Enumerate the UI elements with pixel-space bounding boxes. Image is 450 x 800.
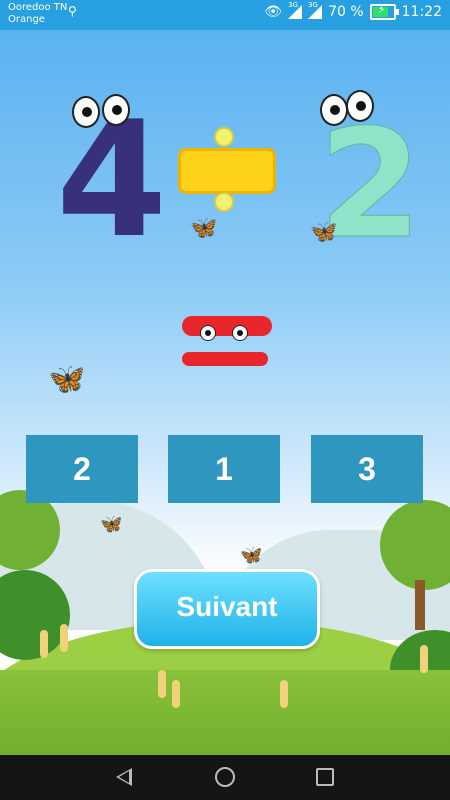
butterfly-icon: 🦋	[240, 545, 263, 566]
flower-icon	[172, 680, 180, 708]
flower-icon	[60, 624, 68, 652]
butterfly-icon: 🦋	[190, 216, 218, 241]
tree-trunk	[415, 580, 425, 630]
navigation-bar	[0, 755, 450, 800]
carrier-name-1: Ooredoo TN	[8, 2, 68, 13]
answer-option-2[interactable]: 1	[168, 435, 280, 503]
flower-icon	[158, 670, 166, 698]
flower-icon	[280, 680, 288, 708]
butterfly-icon: 🦋	[100, 514, 123, 535]
eye-icon	[102, 94, 130, 126]
flower-icon	[420, 645, 428, 673]
divide-dot-top	[214, 127, 234, 147]
divide-sign-icon	[178, 148, 276, 194]
next-button[interactable]: Suivant	[134, 569, 320, 649]
carrier-name-2: Orange	[8, 14, 45, 25]
battery-percent: 70 %	[328, 4, 364, 20]
usb-icon: ⚲	[68, 4, 77, 18]
signal-3g-label-2: 3G	[308, 1, 318, 9]
grass-foreground	[0, 670, 450, 755]
eye-icon	[200, 325, 216, 341]
flower-icon	[40, 630, 48, 658]
answer-option-1[interactable]: 2	[26, 435, 138, 503]
signal-icon: 3G	[308, 1, 323, 19]
eye-icon	[232, 325, 248, 341]
eye-icon	[320, 94, 348, 126]
eye-icon: 👁	[264, 4, 283, 20]
recent-apps-icon[interactable]	[316, 768, 334, 786]
answer-option-3[interactable]: 3	[311, 435, 423, 503]
status-icons: 👁 3G 3G 70 % ⚡ 11:22	[264, 1, 442, 20]
eye-icon	[346, 90, 374, 122]
home-icon[interactable]	[215, 767, 235, 787]
divide-dot-bottom	[214, 192, 234, 212]
carrier-info: Ooredoo TN Orange	[8, 2, 67, 26]
equals-sign-icon	[182, 316, 272, 336]
eye-icon	[72, 96, 100, 128]
back-icon[interactable]	[116, 768, 132, 786]
signal-3g-label-1: 3G	[288, 1, 298, 9]
butterfly-icon: 🦋	[310, 220, 338, 245]
clock: 11:22	[401, 4, 442, 20]
game-area: 4 2 🦋 🦋 🦋 🦋 🦋 2 1 3 Suivant	[0, 30, 450, 755]
battery-charging-icon: ⚡	[369, 3, 399, 20]
equals-sign-icon	[182, 352, 268, 366]
signal-icon: 3G	[288, 1, 303, 19]
butterfly-icon: 🦋	[48, 362, 86, 397]
status-bar: Ooredoo TN Orange ⚲ 👁 3G 3G 70 % ⚡ 11:22	[0, 0, 450, 30]
